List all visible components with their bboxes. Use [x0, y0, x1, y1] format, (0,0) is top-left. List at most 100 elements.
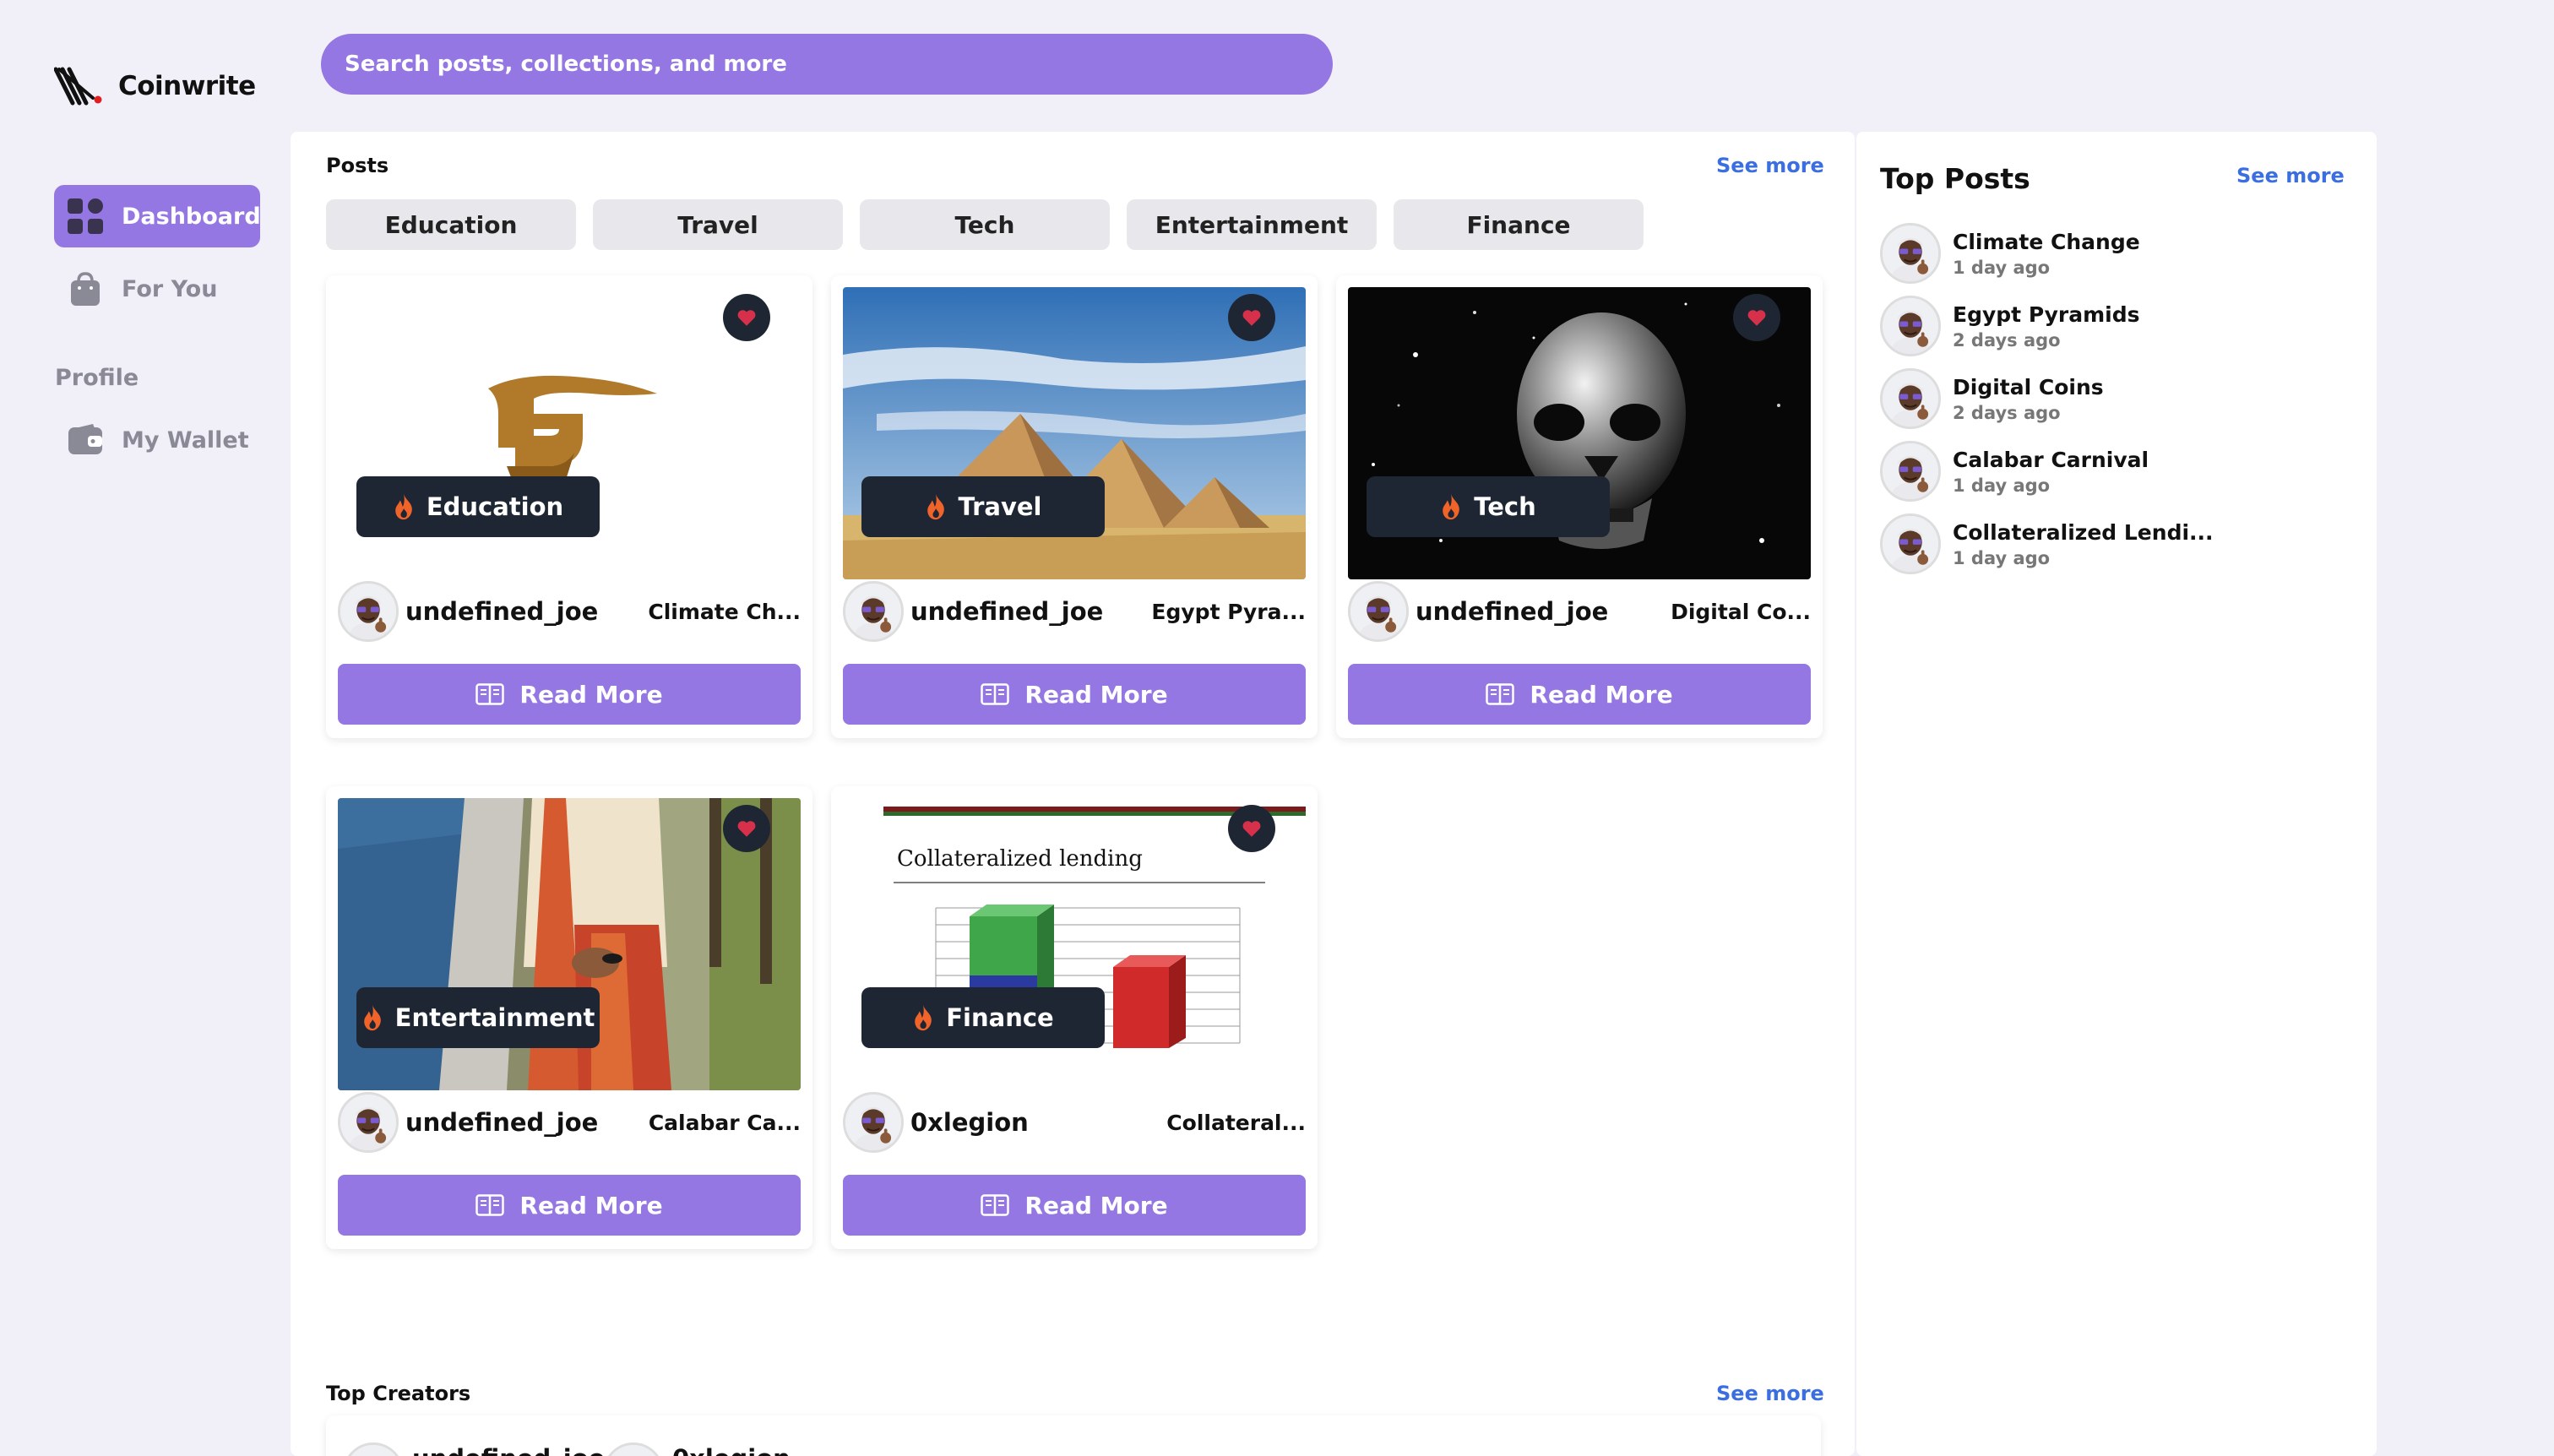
avatar[interactable]: [338, 581, 399, 642]
favorite-button[interactable]: [723, 294, 770, 341]
read-more-label: Read More: [519, 680, 663, 709]
top-post-title: Collateralized Lendi...: [1953, 519, 2214, 545]
top-post-title: Climate Change: [1953, 229, 2140, 254]
flame-icon: [912, 1003, 934, 1032]
avatar[interactable]: [843, 1092, 904, 1153]
app-name: Coinwrite: [118, 71, 256, 101]
top-posts-see-more-link[interactable]: See more: [2236, 164, 2345, 187]
post-title: Calabar Ca...: [648, 1110, 801, 1135]
top-post-item[interactable]: Collateralized Lendi... 1 day ago: [1880, 512, 2353, 576]
category-badge-label: Entertainment: [394, 1003, 595, 1032]
read-more-button[interactable]: Read More: [338, 1175, 801, 1236]
top-posts-panel: Top Posts See more Climate Change 1 day …: [1856, 132, 2377, 1456]
top-post-time: 1 day ago: [1953, 475, 2051, 496]
read-more-button[interactable]: Read More: [338, 664, 801, 725]
category-chip-finance[interactable]: Finance: [1394, 199, 1644, 250]
category-badge: Finance: [861, 987, 1105, 1048]
read-more-label: Read More: [1530, 680, 1673, 709]
avatar[interactable]: [1348, 581, 1409, 642]
top-post-time: 1 day ago: [1953, 257, 2051, 278]
post-card[interactable]: Travel undefined_joe Egypt Pyra... Read …: [831, 275, 1318, 738]
search-input[interactable]: [321, 34, 1333, 95]
creator-name: undefined_joe: [412, 1442, 605, 1456]
top-post-time: 1 day ago: [1953, 547, 2051, 568]
sidebar-item-dashboard[interactable]: Dashboard: [54, 185, 261, 247]
post-card[interactable]: Entertainment undefined_joe Calabar Ca..…: [326, 786, 812, 1249]
top-post-item[interactable]: Climate Change 1 day ago: [1880, 221, 2353, 285]
category-badge-label: Education: [426, 492, 564, 521]
heart-icon: [736, 818, 758, 839]
creator-item[interactable]: 0xlegion: [603, 1442, 791, 1456]
flame-icon: [361, 1003, 383, 1032]
creator-item[interactable]: undefined_joe: [343, 1442, 605, 1456]
bag-icon: [66, 269, 105, 308]
top-creators-title: Top Creators: [326, 1382, 471, 1405]
author-name[interactable]: undefined_joe: [910, 597, 1103, 626]
post-author-row: undefined_joe Climate Ch...: [338, 579, 801, 644]
category-badge: Entertainment: [356, 987, 600, 1048]
top-post-item[interactable]: Digital Coins 2 days ago: [1880, 367, 2353, 431]
sidebar-item-label: For You: [122, 275, 218, 302]
author-name[interactable]: undefined_joe: [1416, 597, 1608, 626]
posts-section-title: Posts: [326, 154, 389, 177]
author-name[interactable]: undefined_joe: [405, 597, 598, 626]
read-more-button[interactable]: Read More: [1348, 664, 1811, 725]
post-title: Digital Co...: [1671, 599, 1811, 624]
author-name[interactable]: 0xlegion: [910, 1108, 1029, 1137]
read-more-label: Read More: [1024, 1191, 1168, 1220]
post-title: Egypt Pyra...: [1151, 599, 1306, 624]
top-post-item[interactable]: Egypt Pyramids 2 days ago: [1880, 294, 2353, 358]
read-more-button[interactable]: Read More: [843, 1175, 1306, 1236]
post-card[interactable]: Tech undefined_joe Digital Co... Read Mo…: [1336, 275, 1823, 738]
post-author-row: undefined_joe Egypt Pyra...: [843, 579, 1306, 644]
post-card[interactable]: Collateralized lending Finance 0xlegion …: [831, 786, 1318, 1249]
book-icon: [981, 683, 1009, 705]
avatar[interactable]: [843, 581, 904, 642]
heart-icon: [1746, 307, 1768, 329]
wallet-icon: [66, 421, 105, 459]
category-chip-entertainment[interactable]: Entertainment: [1127, 199, 1377, 250]
category-badge-label: Tech: [1474, 492, 1536, 521]
lending-image-caption: Collateralized lending: [897, 846, 1143, 872]
favorite-button[interactable]: [1733, 294, 1780, 341]
top-post-item[interactable]: Calabar Carnival 1 day ago: [1880, 439, 2353, 503]
avatar: [603, 1442, 664, 1456]
favorite-button[interactable]: [723, 805, 770, 852]
posts-see-more-link[interactable]: See more: [1716, 154, 1824, 177]
heart-icon: [1241, 818, 1263, 839]
top-post-title: Digital Coins: [1953, 374, 2104, 399]
category-chip-travel[interactable]: Travel: [593, 199, 843, 250]
top-creators-see-more-link[interactable]: See more: [1716, 1382, 1824, 1405]
post-author-row: undefined_joe Calabar Ca...: [338, 1090, 801, 1154]
top-post-time: 2 days ago: [1953, 402, 2061, 423]
author-name[interactable]: undefined_joe: [405, 1108, 598, 1137]
app-logo[interactable]: Coinwrite: [54, 66, 256, 106]
coinwrite-logo-icon: [54, 67, 102, 106]
top-posts-title: Top Posts: [1880, 162, 2030, 195]
flame-icon: [1440, 492, 1462, 521]
book-icon: [1486, 683, 1514, 705]
avatar: [1880, 296, 1941, 356]
post-card[interactable]: Education undefined_joe Climate Ch... Re…: [326, 275, 812, 738]
book-icon: [981, 1194, 1009, 1216]
sidebar-item-my-wallet[interactable]: My Wallet: [54, 409, 260, 471]
creator-name: 0xlegion: [672, 1442, 791, 1456]
book-icon: [475, 683, 504, 705]
category-chip-education[interactable]: Education: [326, 199, 576, 250]
favorite-button[interactable]: [1228, 805, 1275, 852]
sidebar-item-for-you[interactable]: For You: [54, 258, 260, 320]
read-more-button[interactable]: Read More: [843, 664, 1306, 725]
flame-icon: [925, 492, 947, 521]
sidebar-item-label: Dashboard: [122, 203, 261, 230]
avatar: [343, 1442, 404, 1456]
avatar[interactable]: [338, 1092, 399, 1153]
category-badge-label: Travel: [958, 492, 1042, 521]
top-post-time: 2 days ago: [1953, 329, 2061, 350]
top-post-title: Egypt Pyramids: [1953, 302, 2140, 327]
main-panel: Posts See more Education Travel Tech Ent…: [291, 132, 1855, 1456]
read-more-label: Read More: [519, 1191, 663, 1220]
post-author-row: 0xlegion Collateral...: [843, 1090, 1306, 1154]
favorite-button[interactable]: [1228, 294, 1275, 341]
avatar: [1880, 223, 1941, 284]
category-chip-tech[interactable]: Tech: [860, 199, 1110, 250]
